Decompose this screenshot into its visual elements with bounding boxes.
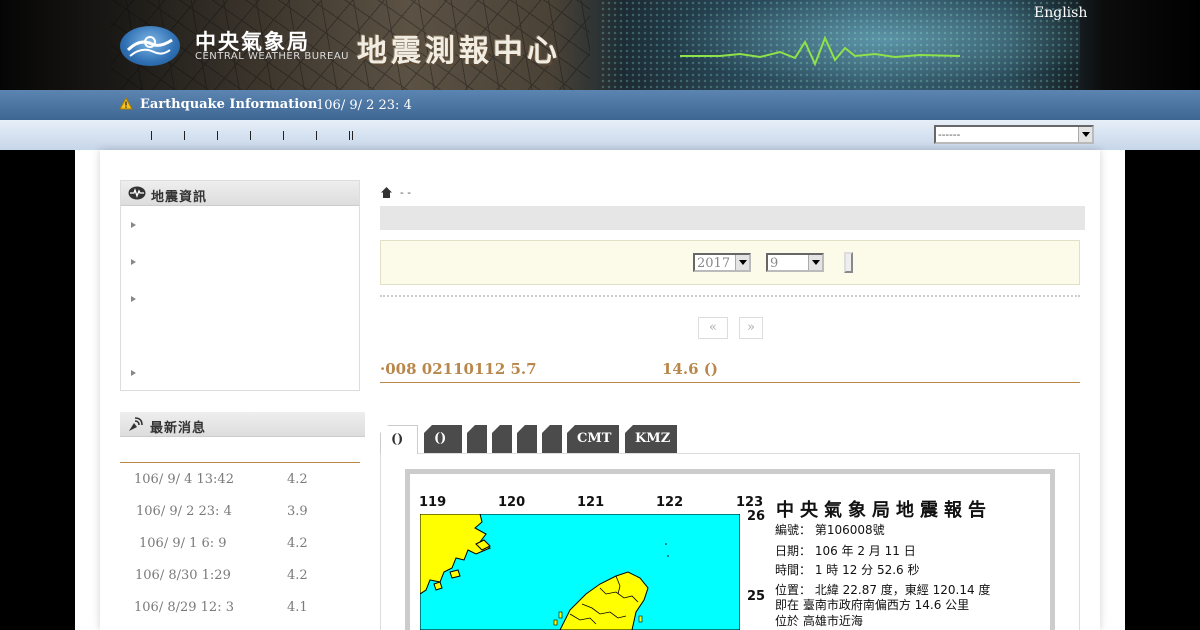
longitude-label: 121 [577, 495, 605, 510]
site-header [0, 0, 1200, 90]
tab-report[interactable]: () [380, 425, 418, 454]
warning-icon [119, 97, 133, 110]
recent-quake-magnitude[interactable]: 4.2 [287, 472, 308, 487]
chevron-down-icon[interactable] [1078, 127, 1092, 142]
cwb-name-en: CENTRAL WEATHER BUREAU [195, 51, 349, 62]
nav-item-separator [316, 131, 317, 140]
report-heading: 中央氣象局地震報告 [776, 500, 992, 521]
recent-quake-time[interactable]: 106/ 9/ 2 23: 4 [136, 504, 232, 519]
page-title-band [380, 206, 1085, 230]
seismology-center-title: 地震測報中心 [357, 34, 561, 69]
latitude-label: 26 [747, 509, 766, 524]
dotted-divider [380, 295, 1080, 297]
event-title-underline [380, 382, 1080, 383]
recent-quake-time[interactable]: 106/ 8/30 1:29 [135, 568, 231, 583]
recent-quake-time[interactable]: 106/ 9/ 1 6: 9 [139, 536, 227, 551]
nav-item-separator [151, 131, 152, 140]
tab-kmz[interactable]: KMZ [625, 425, 677, 453]
nav-item-separator [250, 131, 251, 140]
breadcrumb: - - [400, 186, 411, 199]
sidebar-quake-menu-header: 地震資訊 [121, 181, 359, 206]
recent-quake-magnitude[interactable]: 4.2 [287, 568, 308, 583]
longitude-label: 120 [498, 495, 526, 510]
chevron-down-icon[interactable] [808, 255, 822, 270]
query-button[interactable] [844, 252, 853, 273]
sidebar-divider [120, 462, 360, 463]
home-icon[interactable] [380, 186, 393, 199]
report-number: 編號： 第106008號 [775, 523, 885, 537]
english-link[interactable]: English [1034, 5, 1087, 21]
sidebar-menu-bullet[interactable] [131, 222, 136, 228]
sidebar-quake-menu [120, 180, 360, 391]
latest-quake-time[interactable]: 106/ 9/ 2 23: 4 [316, 98, 412, 113]
report-date: 日期： 106 年 2 月 11 日 [775, 544, 916, 558]
seismogram-graphic [680, 35, 960, 67]
sidebar-quake-menu-title: 地震資訊 [151, 190, 208, 205]
prev-page-button[interactable]: « [698, 317, 728, 339]
nav-item-separator [184, 131, 185, 140]
broadcast-icon [129, 417, 143, 431]
report-location-relative: 即在 臺南市政府南偏西方 14.6 公里 [775, 598, 970, 612]
month-select[interactable]: 9 [766, 253, 824, 272]
longitude-label: 122 [656, 495, 684, 510]
report-location-area: 位於 高雄市近海 [775, 614, 863, 628]
recent-quake-magnitude[interactable]: 4.2 [287, 536, 308, 551]
next-page-button[interactable]: » [739, 317, 763, 339]
nav-item-separator [349, 131, 350, 140]
report-time: 時間： 1 時 12 分 52.6 秒 [775, 563, 920, 577]
longitude-label: 123 [736, 495, 764, 510]
recent-quake-magnitude[interactable]: 4.1 [287, 600, 308, 615]
earthquake-info-link[interactable]: Earthquake Information [140, 97, 317, 112]
chevron-down-icon[interactable] [735, 255, 749, 270]
nav-item-separator [352, 131, 353, 140]
sidebar-news-title: 最新消息 [150, 421, 207, 436]
sidebar-menu-bullet[interactable] [131, 296, 136, 302]
year-select-value: 2017 [697, 256, 731, 271]
nav-item-separator [283, 131, 284, 140]
tab-cmt[interactable]: CMT [567, 425, 619, 453]
nav-item-separator [217, 131, 218, 140]
quick-link-select-value: ------ [938, 128, 961, 141]
tab-intensity[interactable]: () [424, 425, 462, 453]
event-title: ·008 02110112 5.7 [380, 360, 537, 378]
epicenter-map [420, 514, 740, 630]
recent-quake-magnitude[interactable]: 3.9 [287, 504, 308, 519]
longitude-label: 119 [419, 495, 447, 510]
month-select-value: 9 [770, 256, 779, 271]
quick-link-select[interactable]: ------ [934, 125, 1094, 144]
year-select[interactable]: 2017 [693, 253, 751, 272]
latitude-label: 25 [747, 589, 766, 604]
recent-quake-time[interactable]: 106/ 8/29 12: 3 [134, 600, 234, 615]
sidebar-menu-bullet[interactable] [131, 259, 136, 265]
sidebar-menu-bullet[interactable] [131, 370, 136, 376]
sidebar-news-header: 最新消息 [120, 412, 365, 437]
cwb-logo[interactable] [120, 26, 180, 66]
event-location: 14.6 () [662, 360, 718, 378]
seismic-wave-icon [128, 186, 146, 200]
recent-quake-time[interactable]: 106/ 9/ 4 13:42 [134, 472, 234, 487]
